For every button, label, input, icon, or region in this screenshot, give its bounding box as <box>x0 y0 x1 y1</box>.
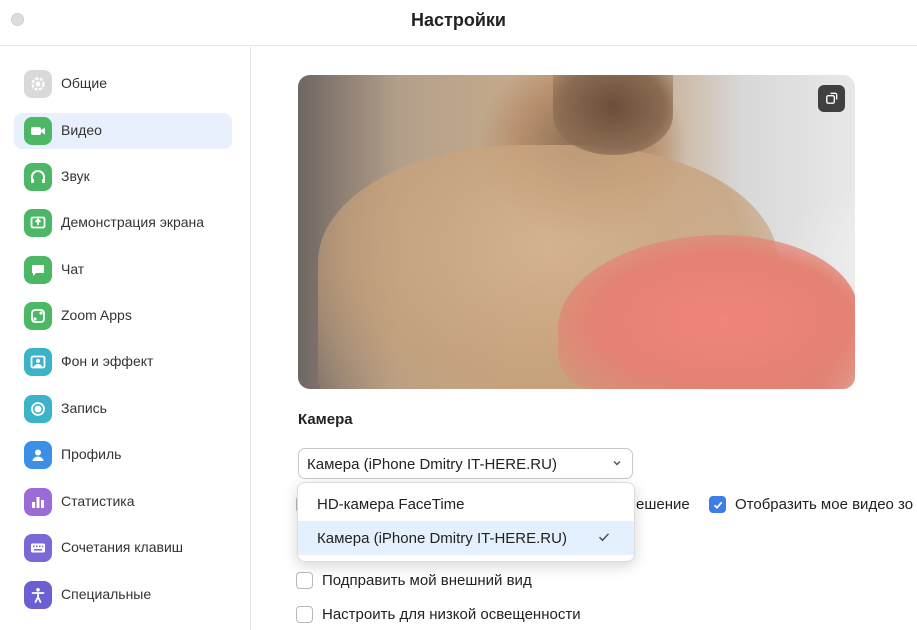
checkbox-box[interactable] <box>709 496 726 513</box>
sidebar-item-background[interactable]: Фон и эффект <box>14 344 232 380</box>
checkbox-label: Подправить мой внешний вид <box>322 572 532 589</box>
title-bar: Настройки <box>0 0 917 46</box>
sidebar-item-label: Zoom Apps <box>61 307 132 323</box>
statistics-icon <box>24 488 52 516</box>
chat-icon <box>24 256 52 284</box>
sidebar-item-label: Чат <box>61 261 85 277</box>
sidebar-item-label: Запись <box>61 400 107 416</box>
hd-checkbox-label: ешение <box>636 496 690 513</box>
window-title: Настройки <box>411 10 506 30</box>
apps-icon <box>24 302 52 330</box>
background-icon <box>24 348 52 376</box>
camera-dropdown-menu: HD-камера FaceTime Камера (iPhone Dmitry… <box>297 482 635 562</box>
accessibility-icon <box>24 581 52 609</box>
sidebar-item-share-screen[interactable]: Демонстрация экрана <box>14 205 232 241</box>
camera-section-title: Камера <box>298 411 353 428</box>
share-screen-icon <box>24 209 52 237</box>
camera-select-value: Камера (iPhone Dmitry IT-HERE.RU) <box>307 456 557 473</box>
checkmark-icon <box>599 533 610 542</box>
sidebar-item-label: Сочетания клавиш <box>61 539 183 555</box>
preview-image-area <box>553 75 673 155</box>
camera-preview <box>298 75 855 389</box>
sidebar-item-profile[interactable]: Профиль <box>14 437 232 473</box>
sidebar-item-label: Фон и эффект <box>61 353 154 369</box>
sidebar-item-chat[interactable]: Чат <box>14 252 232 288</box>
checkbox-box[interactable] <box>296 606 313 623</box>
sidebar-item-label: Видео <box>61 122 102 138</box>
sidebar-item-keyboard-shortcuts[interactable]: Сочетания клавиш <box>14 530 232 566</box>
sidebar-item-label: Демонстрация экрана <box>61 214 205 230</box>
sidebar-item-audio[interactable]: Звук <box>14 159 232 195</box>
touch-up-checkbox[interactable]: Подправить мой внешний вид <box>296 572 532 589</box>
sidebar-item-label: Специальные <box>61 586 152 602</box>
option-label: Камера (iPhone Dmitry IT-HERE.RU) <box>317 530 567 547</box>
low-light-checkbox[interactable]: Настроить для низкой освещенности <box>296 606 581 623</box>
sidebar-item-label: Профиль <box>61 446 122 462</box>
sidebar-item-general[interactable]: Общие <box>14 66 232 102</box>
keyboard-icon <box>24 534 52 562</box>
sidebar: Общие Видео Звук Демонстрация экрана Чат… <box>0 47 251 630</box>
rotate-camera-button[interactable] <box>818 85 845 112</box>
camera-option-iphone[interactable]: Камера (iPhone Dmitry IT-HERE.RU) <box>298 521 634 555</box>
camera-option-facetime[interactable]: HD-камера FaceTime <box>298 487 634 521</box>
profile-icon <box>24 441 52 469</box>
chevron-down-icon <box>613 460 621 466</box>
sidebar-item-label: Статистика <box>61 493 135 509</box>
sidebar-item-accessibility[interactable]: Специальные <box>14 577 232 613</box>
gear-icon <box>24 70 52 98</box>
camera-select[interactable]: Камера (iPhone Dmitry IT-HERE.RU) <box>298 448 633 479</box>
show-my-video-checkbox[interactable]: Отобразить мое видео зо <box>709 496 913 513</box>
headphones-icon <box>24 163 52 191</box>
sidebar-item-zoom-apps[interactable]: Zoom Apps <box>14 298 232 334</box>
checkbox-box[interactable] <box>296 572 313 589</box>
sidebar-item-statistics[interactable]: Статистика <box>14 484 232 520</box>
sidebar-item-recording[interactable]: Запись <box>14 391 232 427</box>
video-camera-icon <box>24 117 52 145</box>
sidebar-item-label: Звук <box>61 168 90 184</box>
checkbox-label: Настроить для низкой освещенности <box>322 606 581 623</box>
check-icon <box>713 501 722 509</box>
sidebar-item-video[interactable]: Видео <box>14 113 232 149</box>
sidebar-item-label: Общие <box>61 75 108 91</box>
checkbox-label: Отобразить мое видео зо <box>735 496 914 513</box>
record-icon <box>24 395 52 423</box>
rotate-icon <box>826 92 838 104</box>
option-label: HD-камера FaceTime <box>317 496 465 513</box>
